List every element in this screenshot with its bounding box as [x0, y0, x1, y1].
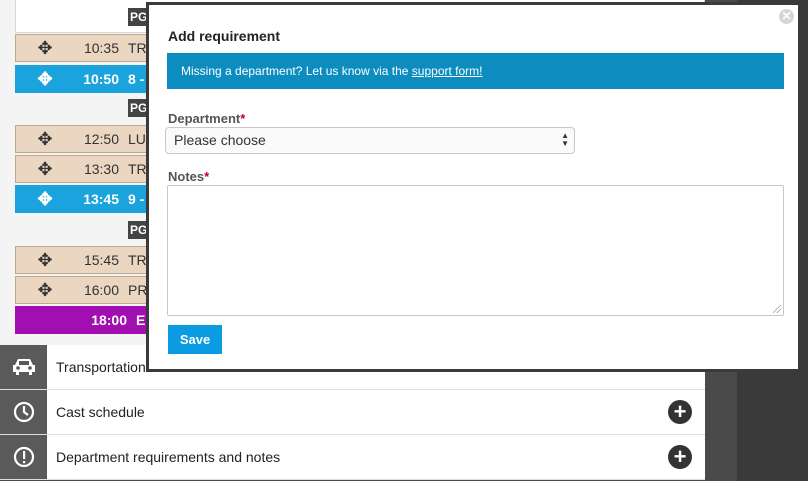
info-alert: Missing a department? Let us know via th… [167, 53, 784, 89]
modal-title: Add requirement [168, 28, 281, 44]
department-label: Department* [168, 111, 246, 126]
department-select[interactable]: Please choose ▲ ▼ [165, 127, 575, 154]
car-icon [0, 345, 47, 389]
schedule-time: 16:00 [83, 282, 119, 298]
section-label: Transportation [56, 359, 146, 375]
add-requirement-button[interactable]: + [668, 445, 692, 469]
exclamation-icon [0, 435, 47, 479]
required-mark: * [240, 111, 246, 126]
save-button[interactable]: Save [168, 325, 222, 354]
notes-label: Notes* [168, 169, 210, 184]
schedule-time: 12:50 [83, 131, 119, 147]
schedule-time: 15:45 [83, 252, 119, 268]
schedule-title: TR [128, 161, 147, 177]
add-cast-schedule-button[interactable]: + [668, 400, 692, 424]
section-department-requirements[interactable]: Department requirements and notes + [0, 435, 705, 480]
add-requirement-modal: ✕ Add requirement Missing a department? … [146, 2, 801, 372]
resize-handle-icon[interactable] [773, 305, 781, 313]
schedule-time: 10:35 [83, 40, 119, 56]
pg-badge: PG [128, 99, 148, 117]
move-handle-icon[interactable]: ✥ [16, 190, 74, 208]
schedule-title: LU [128, 131, 146, 147]
move-handle-icon[interactable]: ✥ [16, 70, 74, 88]
move-handle-icon[interactable]: ✥ [16, 281, 74, 299]
schedule-title: 8 - [128, 71, 145, 87]
close-icon[interactable]: ✕ [779, 9, 794, 24]
schedule-title: TR [128, 252, 147, 268]
move-handle-icon[interactable]: ✥ [16, 39, 74, 57]
pg-badge: PG [128, 8, 148, 26]
select-arrows-icon: ▲ ▼ [561, 131, 569, 148]
move-handle-icon[interactable]: ✥ [16, 130, 74, 148]
schedule-time: 13:30 [83, 161, 119, 177]
schedule-time: 18:00 [91, 312, 127, 328]
section-label: Cast schedule [56, 404, 145, 420]
schedule-title: PR [128, 282, 148, 298]
alert-text: Missing a department? Let us know via th… [181, 64, 412, 78]
required-mark: * [204, 169, 210, 184]
schedule-time: 13:45 [83, 191, 119, 207]
schedule-title: 9 - [128, 191, 145, 207]
section-cast-schedule[interactable]: Cast schedule + [0, 390, 705, 435]
move-handle-icon[interactable]: ✥ [16, 160, 74, 178]
schedule-time: 10:50 [83, 71, 119, 87]
pg-badge: PG [128, 221, 148, 239]
notes-textarea[interactable] [167, 185, 784, 316]
department-select-value: Please choose [174, 132, 266, 148]
support-form-link[interactable]: support form! [412, 64, 483, 78]
section-label: Department requirements and notes [56, 449, 281, 465]
schedule-title: TR [128, 40, 147, 56]
move-handle-icon[interactable]: ✥ [16, 251, 74, 269]
clock-icon [0, 390, 47, 434]
